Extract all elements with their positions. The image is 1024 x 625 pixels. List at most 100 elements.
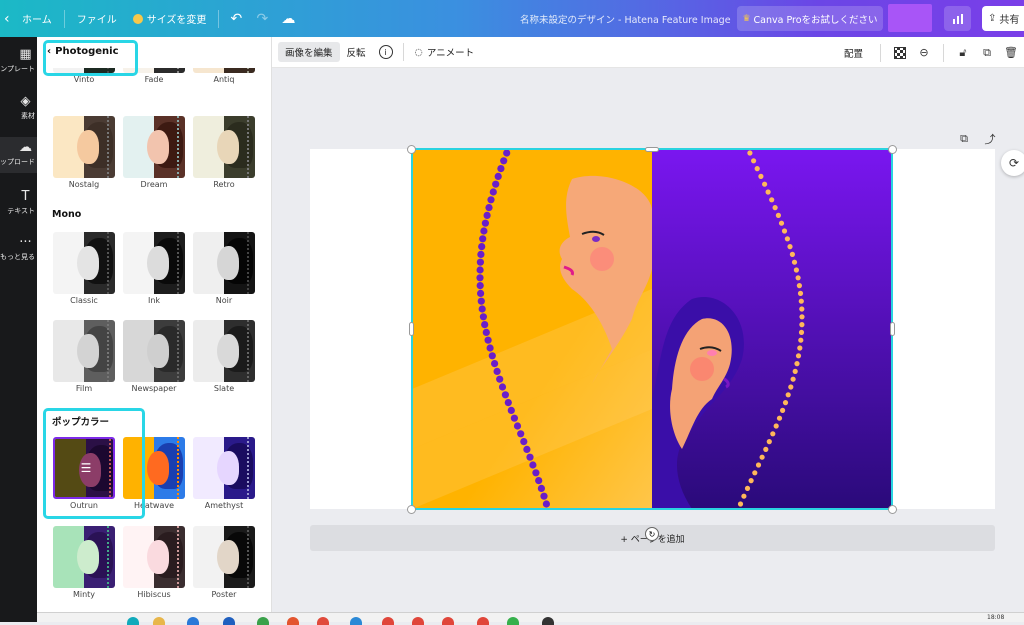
decor-dot [477,250,485,258]
share-button[interactable]: ⇪ 共有 [982,6,1024,31]
design-artwork [412,149,892,509]
filter-thumbnail[interactable] [123,232,185,294]
filter-thumbnail[interactable] [193,320,255,382]
decor-dot [773,423,779,429]
pro-label: Canva Proをお試しください [753,14,878,26]
arrange-button[interactable]: 配置 [837,43,870,63]
canva-pro-button[interactable]: ♛ Canva Proをお試しください [737,6,883,31]
cloud-saved-icon[interactable]: ☁ [275,0,301,37]
rail-item-text[interactable]: T テキスト [0,189,37,216]
edit-image-button[interactable]: 画像を編集 [278,42,340,62]
resize-handle[interactable] [890,322,895,336]
decor-dot [795,353,802,359]
design-title[interactable]: 名称未設定のデザイン - Hatena Feature Image [520,12,731,26]
filter-thumbnail[interactable] [53,232,115,294]
taskbar-app-icon[interactable] [153,617,165,625]
decor-dot [504,399,512,407]
file-menu-button[interactable]: ファイル [69,0,125,37]
taskbar-app-icon[interactable] [287,617,299,625]
lock-icon[interactable]: 🔓︎ [954,44,972,62]
decor-dot [772,205,778,211]
template-icon: ▦ [19,47,32,62]
filter-label: Poster [211,590,237,599]
decor-dot [503,149,511,157]
taskbar-app-icon[interactable] [317,617,329,625]
decor-dot [532,469,540,477]
resize-label: サイズを変更 [146,15,207,26]
crown-icon: ♛ [742,13,751,24]
rail-item-templates[interactable]: ▦ ンプレート [0,47,37,74]
filter-label: Nostalg [68,180,100,189]
home-button[interactable]: ホーム [16,0,60,37]
taskbar-app-icon[interactable] [350,617,362,625]
insights-button[interactable] [944,6,971,31]
taskbar-app-icon[interactable] [542,617,554,625]
flip-button[interactable]: 反転 [340,42,373,62]
chevron-left-icon[interactable]: ‹ [4,0,16,37]
resize-handle[interactable] [645,147,659,152]
decor-dot [478,243,486,251]
context-toolbar-right: 配置 ⊖ 🔓︎ ⧉ 🗑︎ [837,37,1024,68]
decor-dot [798,329,805,335]
resize-handle[interactable] [407,505,416,514]
decor-dot [748,478,754,484]
resize-handle[interactable] [407,145,416,154]
rail-label: 素材 [21,112,35,120]
decor-dot [476,258,484,266]
transparency-button[interactable] [891,44,909,62]
filter-thumbnail[interactable] [193,116,255,178]
filter-thumbnail[interactable] [193,232,255,294]
resize-handle[interactable] [888,505,897,514]
resize-button[interactable]: サイズを変更 [125,0,215,37]
rail-item-elements[interactable]: ◈ 素材 [0,94,37,121]
redo-icon[interactable]: ↷ [249,0,275,37]
filter-thumbnail[interactable] [193,526,255,588]
rotate-icon[interactable]: ↻ [645,527,659,541]
taskbar-app-icon[interactable] [442,617,454,625]
filter-thumbnail[interactable] [53,526,115,588]
info-icon[interactable]: i [378,45,393,59]
rail-label: ップロード [0,158,35,166]
filter-thumbnail[interactable] [123,116,185,178]
resize-handle[interactable] [409,322,414,336]
taskbar-app-icon[interactable] [507,617,519,625]
design-image[interactable] [412,149,892,509]
duplicate-icon[interactable]: ⧉ [978,44,996,62]
filter-label: Retro [213,180,235,189]
refresh-icon[interactable]: ⟳ [1001,150,1024,176]
decor-dot [481,321,489,329]
filter-thumbnail[interactable] [53,116,115,178]
taskbar-app-icon[interactable] [477,617,489,625]
taskbar-app-icon[interactable] [257,617,269,625]
decor-dot [793,267,799,273]
decor-dot [493,367,501,375]
decor-dot [798,337,804,343]
filter-thumbnail[interactable] [123,320,185,382]
filter-panel: ‹ Photogenic Vinto Fade Antiq Nostalg Dream R… [37,37,272,622]
taskbar-app-icon[interactable] [127,617,139,625]
avatar[interactable] [888,4,932,32]
taskbar-app-icon[interactable] [187,617,199,625]
taskbar-app-icon[interactable] [223,617,235,625]
duplicate-page-icon[interactable]: ⧉ [955,130,973,148]
filter-label: Vinto [73,75,95,84]
rail-item-uploads[interactable]: ☁ ップロード [0,137,37,173]
filter-thumbnail[interactable] [193,437,255,499]
decor-dot [535,477,543,485]
link-icon[interactable]: ⊖ [915,44,933,62]
decor-dot [485,204,493,212]
delete-icon[interactable]: 🗑︎ [1002,44,1020,62]
rail-item-more[interactable]: ··· もっと見る [0,235,37,262]
decor-dot [788,384,794,390]
add-page-icon[interactable]: ⤴ [981,130,999,148]
decor-dot [476,282,484,290]
undo-icon[interactable]: ↶ [223,0,249,37]
filter-thumbnail[interactable] [53,320,115,382]
filter-thumbnail[interactable] [123,526,185,588]
animate-button[interactable]: ◌ アニメート [408,42,482,62]
taskbar-app-icon[interactable] [412,617,424,625]
decor-dot [795,275,801,281]
decor-dot [776,415,783,421]
taskbar-app-icon[interactable] [382,617,394,625]
resize-handle[interactable] [888,145,897,154]
